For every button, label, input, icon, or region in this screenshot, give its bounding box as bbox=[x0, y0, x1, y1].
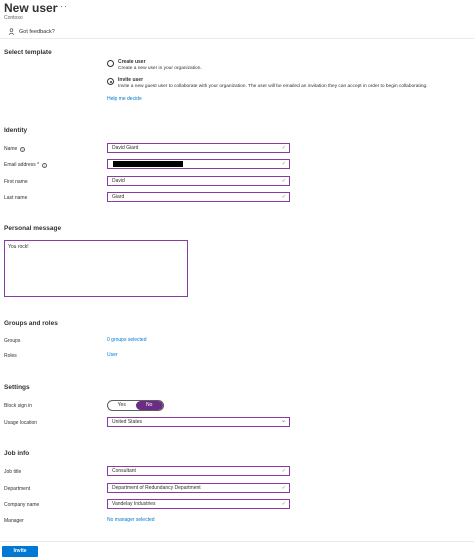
groups-link[interactable]: 0 groups selected bbox=[107, 337, 146, 343]
job-title-label: Job title bbox=[4, 469, 22, 475]
department-label: Department bbox=[4, 486, 31, 492]
feedback-button[interactable]: Got feedback? bbox=[8, 28, 55, 35]
radio-invite-user-desc: Invite a new guest user to collaborate w… bbox=[118, 84, 428, 89]
usage-location-label: Usage location bbox=[4, 420, 38, 426]
job-title-value: Consultant bbox=[112, 468, 136, 474]
name-field[interactable]: David Giard ✓ bbox=[107, 143, 290, 153]
redacted-email bbox=[113, 161, 183, 167]
section-job-info: Job info bbox=[4, 450, 30, 457]
email-label-text: Email address * bbox=[4, 162, 40, 168]
radio-create-user-label: Create user bbox=[118, 59, 146, 65]
first-name-value: David bbox=[112, 178, 125, 184]
department-value: Department of Redundancy Department bbox=[112, 485, 201, 491]
radio-create-user[interactable]: Create user Create a new user in your or… bbox=[107, 59, 202, 72]
toggle-no[interactable]: No bbox=[135, 401, 163, 410]
help-me-decide-link[interactable]: Help me decide bbox=[107, 96, 142, 102]
section-personal-message: Personal message bbox=[4, 225, 62, 232]
radio-circle-selected[interactable] bbox=[107, 78, 114, 85]
block-sign-in-label: Block sign in bbox=[4, 403, 33, 409]
first-name-label: First name bbox=[4, 179, 28, 185]
section-identity: Identity bbox=[4, 127, 28, 134]
roles-link[interactable]: User bbox=[107, 352, 118, 358]
feedback-person-icon bbox=[8, 28, 15, 35]
invite-button[interactable]: Invite bbox=[2, 546, 38, 557]
feedback-label: Got feedback? bbox=[19, 28, 55, 35]
more-options-icon[interactable]: ··· bbox=[56, 1, 68, 11]
info-icon[interactable]: i bbox=[42, 162, 48, 168]
name-label-text: Name bbox=[4, 146, 18, 152]
roles-label: Roles bbox=[4, 353, 17, 359]
company-name-value: Vandelay Industries bbox=[112, 501, 156, 507]
page-title: New user bbox=[4, 1, 58, 15]
manager-label: Manager bbox=[4, 518, 24, 524]
department-field[interactable]: Department of Redundancy Department ✓ bbox=[107, 483, 290, 493]
name-value: David Giard bbox=[112, 145, 139, 151]
usage-location-value: United States bbox=[112, 419, 143, 425]
toggle-yes[interactable]: Yes bbox=[108, 401, 136, 410]
name-label: Name i bbox=[4, 146, 26, 152]
info-icon[interactable]: i bbox=[20, 146, 26, 152]
job-title-field[interactable]: Consultant ✓ bbox=[107, 466, 290, 476]
block-sign-in-toggle[interactable]: Yes No bbox=[107, 400, 164, 411]
page-subtitle: Contoso bbox=[4, 15, 23, 21]
section-groups-roles: Groups and roles bbox=[4, 320, 58, 327]
radio-circle[interactable] bbox=[107, 60, 114, 67]
footer-divider bbox=[0, 541, 474, 542]
chevron-down-icon: ⌄ bbox=[280, 418, 286, 424]
first-name-field[interactable]: David ✓ bbox=[107, 176, 290, 186]
groups-label: Groups bbox=[4, 338, 21, 344]
section-settings: Settings bbox=[4, 384, 30, 391]
manager-link[interactable]: No manager selected bbox=[107, 517, 155, 523]
email-field[interactable]: ✓ bbox=[107, 159, 290, 169]
email-label: Email address * i bbox=[4, 162, 48, 168]
personal-message-textarea[interactable]: You rock! bbox=[4, 240, 188, 297]
last-name-label: Last name bbox=[4, 195, 28, 201]
last-name-field[interactable]: Giard ✓ bbox=[107, 192, 290, 202]
radio-create-user-desc: Create a new user in your organization. bbox=[118, 66, 202, 71]
check-icon: ✓ bbox=[281, 161, 286, 167]
check-icon: ✓ bbox=[281, 145, 286, 151]
company-name-field[interactable]: Vandelay Industries ✓ bbox=[107, 499, 290, 509]
check-icon: ✓ bbox=[281, 501, 286, 507]
company-name-label: Company name bbox=[4, 502, 40, 508]
check-icon: ✓ bbox=[281, 485, 286, 491]
check-icon: ✓ bbox=[281, 178, 286, 184]
check-icon: ✓ bbox=[281, 468, 286, 474]
last-name-value: Giard bbox=[112, 194, 125, 200]
header-divider bbox=[0, 38, 474, 39]
check-icon: ✓ bbox=[281, 194, 286, 200]
radio-invite-user-label: Invite user bbox=[118, 77, 144, 83]
section-select-template: Select template bbox=[4, 49, 52, 56]
usage-location-select[interactable]: United States ⌄ bbox=[107, 417, 290, 427]
radio-invite-user[interactable]: Invite user Invite a new guest user to c… bbox=[107, 77, 428, 90]
